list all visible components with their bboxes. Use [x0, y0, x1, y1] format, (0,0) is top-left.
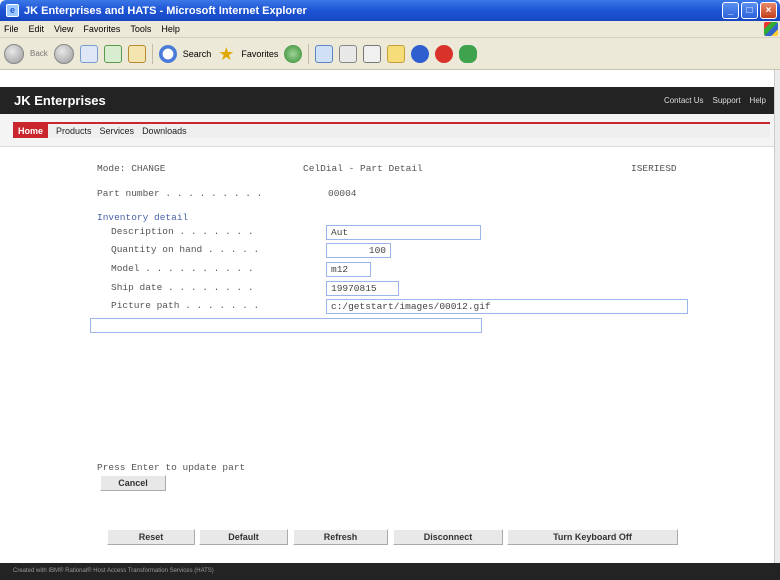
keyboard-toggle-button[interactable]: Turn Keyboard Off [507, 529, 678, 545]
quantity-label: Quantity on hand . . . . . [111, 244, 260, 255]
site-title: JK Enterprises [14, 93, 106, 108]
inventory-section-label: Inventory detail [97, 212, 189, 223]
toolbar-separator [308, 43, 310, 64]
ship-date-label: Ship date . . . . . . . . [111, 282, 254, 293]
model-field[interactable]: m12 [326, 262, 371, 277]
back-label[interactable]: Back [30, 49, 48, 58]
vertical-scrollbar[interactable] [774, 70, 780, 563]
model-label: Model . . . . . . . . . . [111, 263, 254, 274]
cancel-button[interactable]: Cancel [100, 475, 166, 491]
menu-bar: File Edit View Favorites Tools Help [0, 21, 780, 38]
window-title: JK Enterprises and HATS - Microsoft Inte… [24, 4, 307, 17]
page-footer: Created with IBM® Rational® Host Access … [0, 563, 780, 580]
favorites-star-icon[interactable]: ★ [217, 45, 235, 63]
reset-button[interactable]: Reset [107, 529, 195, 545]
toolbar-separator [151, 43, 153, 64]
back-icon[interactable] [4, 43, 24, 64]
mail-icon[interactable] [315, 44, 334, 63]
ship-date-field[interactable]: 19970815 [326, 281, 399, 296]
picture-path-field[interactable]: c:/getstart/images/00012.gif [326, 299, 688, 314]
contact-us-link[interactable]: Contact Us [664, 96, 704, 105]
menu-edit[interactable]: Edit [29, 24, 45, 34]
history-icon[interactable] [284, 44, 303, 63]
bluetooth-icon[interactable] [411, 44, 430, 63]
menu-view[interactable]: View [54, 24, 73, 34]
nav-services[interactable]: Services [100, 126, 135, 136]
site-header: JK Enterprises Contact Us Support Help [0, 87, 780, 114]
messenger-icon[interactable] [435, 44, 454, 63]
help-link[interactable]: Help [750, 96, 766, 105]
part-number-label: Part number . . . . . . . . . [97, 188, 263, 199]
support-link[interactable]: Support [713, 96, 741, 105]
browser-toolbar: Back Search ★ Favorites [0, 38, 780, 70]
ie-app-icon: e [6, 4, 19, 17]
search-label[interactable]: Search [183, 49, 212, 59]
picture-path-label: Picture path . . . . . . . [111, 300, 260, 311]
people-icon[interactable] [459, 44, 478, 63]
update-prompt: Press Enter to update part [97, 462, 246, 473]
nav-products[interactable]: Products [56, 126, 92, 136]
disconnect-button[interactable]: Disconnect [393, 529, 503, 545]
windows-logo-icon [764, 22, 778, 36]
favorites-label[interactable]: Favorites [241, 49, 278, 59]
minimize-button[interactable]: _ [722, 2, 739, 19]
menu-file[interactable]: File [4, 24, 19, 34]
system-name: ISERIESD [631, 163, 677, 174]
mode-text: Mode: CHANGE [97, 163, 166, 174]
menu-favorites[interactable]: Favorites [83, 24, 120, 34]
close-button[interactable]: × [760, 2, 777, 19]
description-field[interactable]: Aut [326, 225, 481, 240]
description-label: Description . . . . . . . [111, 226, 254, 237]
window-titlebar: e JK Enterprises and HATS - Microsoft In… [0, 0, 780, 21]
extra-input-field[interactable] [90, 318, 482, 333]
search-icon[interactable] [158, 44, 177, 63]
quantity-field[interactable]: 100 [326, 243, 391, 258]
home-icon[interactable] [127, 44, 146, 63]
menu-help[interactable]: Help [161, 24, 180, 34]
stop-icon[interactable] [79, 44, 98, 63]
site-nav: Home Products Services Downloads [0, 114, 780, 147]
screen-heading: CelDial - Part Detail [303, 163, 423, 174]
default-button[interactable]: Default [199, 529, 288, 545]
maximize-button[interactable]: □ [741, 2, 758, 19]
edit-icon[interactable] [363, 44, 382, 63]
forward-icon[interactable] [53, 43, 74, 64]
print-icon[interactable] [339, 44, 358, 63]
folder-icon[interactable] [387, 44, 406, 63]
menu-tools[interactable]: Tools [130, 24, 151, 34]
part-number-value: 00004 [328, 188, 357, 199]
nav-downloads[interactable]: Downloads [142, 126, 187, 136]
refresh-button[interactable]: Refresh [293, 529, 388, 545]
refresh-icon[interactable] [103, 44, 122, 63]
nav-home[interactable]: Home [13, 124, 49, 138]
